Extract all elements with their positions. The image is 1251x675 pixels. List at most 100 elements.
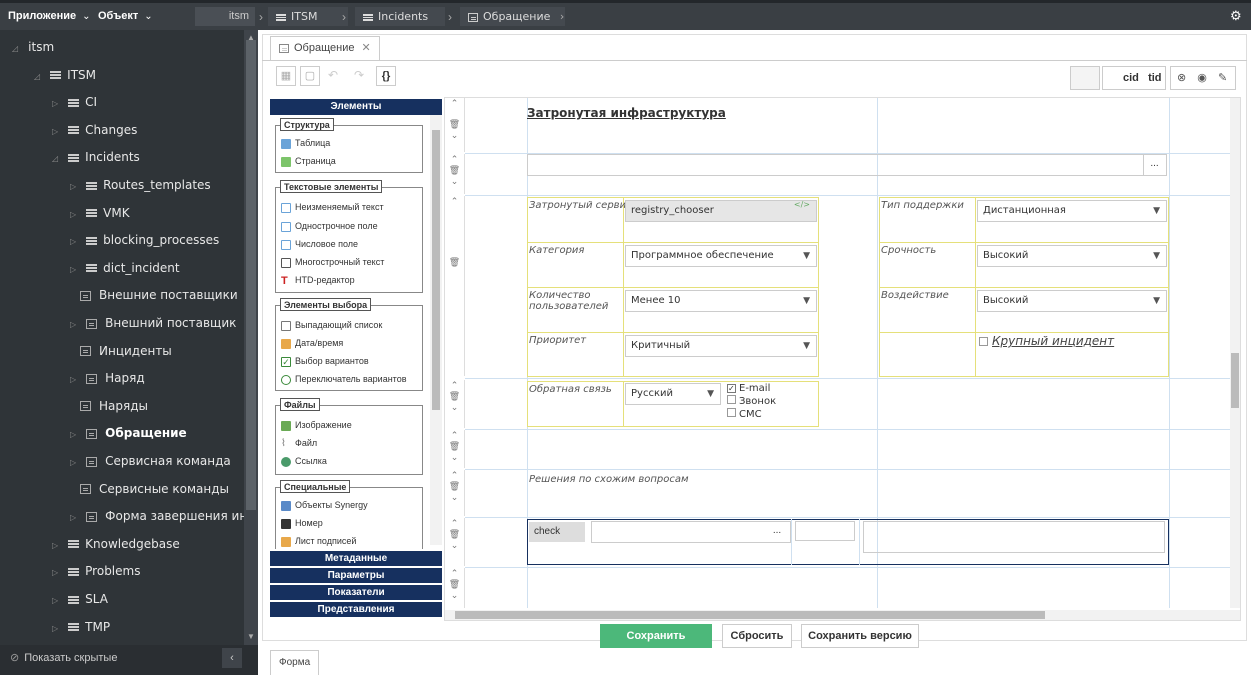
tree-item[interactable]: ▷ TMP	[0, 614, 110, 640]
option-email[interactable]: ✓ E-mail	[727, 383, 776, 395]
palette-item-checkbox[interactable]: ✓ Выбор вариантов	[281, 354, 369, 368]
collapsed-icon[interactable]: ▷	[70, 458, 76, 467]
collapsed-icon[interactable]: ▷	[52, 127, 58, 136]
palette-item-number[interactable]: Числовое поле	[281, 237, 358, 251]
palette-item-textarea[interactable]: Многострочный текст	[281, 255, 384, 269]
support-type-select[interactable]: Дистанционная ▼	[977, 200, 1167, 222]
collapsed-icon[interactable]: ▷	[70, 182, 76, 191]
collapse-sidebar-button[interactable]: ‹	[222, 648, 242, 668]
tree-item[interactable]: ▷ Knowledgebase	[0, 531, 180, 557]
palette-item-table[interactable]: Таблица	[281, 136, 330, 150]
expanded-icon[interactable]: ◿	[12, 44, 18, 53]
tree-item[interactable]: ▷ SLA	[0, 586, 108, 612]
palette-item-page[interactable]: Страница	[281, 154, 336, 168]
palette-section-indicators[interactable]: Показатели	[270, 585, 442, 600]
search-off-icon[interactable]: ⊗	[1177, 72, 1186, 84]
palette-item-datetime[interactable]: Дата/время	[281, 336, 343, 350]
breadcrumb-incidents[interactable]: Incidents	[355, 7, 445, 26]
collapsed-icon[interactable]: ▷	[70, 210, 76, 219]
breadcrumb-request[interactable]: Обращение ›	[460, 7, 565, 26]
collapsed-icon[interactable]: ▷	[70, 430, 76, 439]
tree-item[interactable]: ▷ blocking_processes	[0, 227, 219, 253]
edit-icon[interactable]: ✎	[1218, 72, 1227, 84]
users-count-select[interactable]: Менее 10 ▼	[625, 290, 817, 312]
check-field[interactable]	[591, 521, 791, 543]
tree-item[interactable]: ▷ CI	[0, 89, 97, 115]
palette-section-parameters[interactable]: Параметры	[270, 568, 442, 583]
row-controls[interactable]: ⌃ 🗑 ⌄	[445, 470, 465, 516]
tree-item[interactable]: ◿ Incidents	[0, 144, 140, 170]
layout-single-icon[interactable]: ▢	[300, 66, 320, 86]
object-menu[interactable]: Объект ⌄	[98, 3, 153, 30]
palette-item-file[interactable]: ⌇ Файл	[281, 436, 317, 450]
row-controls[interactable]: ⌃ 🗑 ⌄	[445, 518, 465, 566]
save-button[interactable]: Сохранить	[600, 624, 712, 648]
ellipsis-button[interactable]: ...	[1143, 155, 1165, 175]
save-version-button[interactable]: Сохранить версию	[801, 624, 919, 648]
palette-item-image[interactable]: Изображение	[281, 418, 352, 432]
tree-item[interactable]: ◿ ITSM	[0, 62, 96, 88]
palette-header-elements[interactable]: Элементы	[270, 99, 442, 115]
collapsed-icon[interactable]: ▷	[70, 513, 76, 522]
tree-item[interactable]: ▷ dict_incident	[0, 255, 180, 281]
scroll-down-icon[interactable]: ▼	[247, 632, 255, 641]
undo-icon[interactable]: ↶	[328, 68, 338, 82]
cid-tid-toggle[interactable]: cid tid	[1102, 66, 1166, 90]
impact-select[interactable]: Высокий ▼	[977, 290, 1167, 312]
close-icon[interactable]: ✕	[362, 42, 371, 54]
palette-item-dropdown[interactable]: Выпадающий список	[281, 318, 382, 332]
show-hidden-button[interactable]: ⊘ Показать скрытые	[10, 645, 117, 671]
palette-item-synergy-objects[interactable]: Объекты Synergy	[281, 498, 368, 512]
json-view-button[interactable]: {}	[376, 66, 396, 86]
infrastructure-field[interactable]	[527, 154, 1167, 176]
tree-item[interactable]: Сервисные команды	[0, 476, 229, 502]
priority-select[interactable]: Критичный ▼	[625, 335, 817, 357]
empty-input[interactable]	[1070, 66, 1100, 90]
tree-item[interactable]: ▷ Обращение	[0, 420, 187, 446]
palette-item-number-field[interactable]: Номер	[281, 516, 323, 530]
canvas-vertical-scrollbar-thumb[interactable]	[1231, 353, 1239, 408]
palette-section-metadata[interactable]: Метаданные	[270, 551, 442, 566]
category-select[interactable]: Программное обеспечение ▼	[625, 245, 817, 267]
affected-service-field[interactable]: registry_chooser </>	[625, 200, 817, 222]
scroll-up-icon[interactable]: ▲	[247, 33, 255, 42]
tree-item[interactable]: Внешние поставщики	[0, 282, 238, 308]
tree-item[interactable]: ▷ Problems	[0, 558, 140, 584]
breadcrumb-root[interactable]: itsm	[195, 7, 255, 26]
row-controls[interactable]: ⌃ 🗑 ⌄	[445, 430, 465, 468]
breadcrumb-itsm[interactable]: ITSM	[268, 7, 348, 26]
collapsed-icon[interactable]: ▷	[70, 375, 76, 384]
eye-icon[interactable]: ◉	[1197, 72, 1207, 84]
sidebar-scrollbar-thumb[interactable]	[246, 40, 256, 510]
urgency-select[interactable]: Высокий ▼	[977, 245, 1167, 267]
palette-scrollbar-thumb[interactable]	[432, 130, 440, 410]
palette-item-static-text[interactable]: Неизменяемый текст	[281, 200, 384, 214]
reset-button[interactable]: Сбросить	[722, 624, 792, 648]
expanded-icon[interactable]: ◿	[52, 154, 58, 163]
tree-item[interactable]: ▷ Внешний поставщик	[0, 310, 236, 336]
tree-item[interactable]: ▷ VMK	[0, 200, 130, 226]
row-controls[interactable]: ⌃ 🗑 ⌄	[445, 380, 465, 428]
tree-item[interactable]: Наряды	[0, 393, 148, 419]
feedback-language-select[interactable]: Русский ▼	[625, 383, 721, 405]
palette-section-views[interactable]: Представления	[270, 602, 442, 617]
row-controls[interactable]: ⌃ 🗑 ⌄	[445, 98, 465, 152]
tree-item[interactable]: ◿ itsm	[0, 34, 54, 60]
collapsed-icon[interactable]: ▷	[52, 541, 58, 550]
palette-item-link[interactable]: Ссылка	[281, 454, 327, 468]
expanded-icon[interactable]: ◿	[34, 72, 40, 81]
option-sms[interactable]: СМС	[727, 408, 776, 421]
check-text-area[interactable]	[863, 521, 1165, 553]
palette-item-textbox[interactable]: Однострочное поле	[281, 219, 378, 233]
collapsed-icon[interactable]: ▷	[52, 624, 58, 633]
collapsed-icon[interactable]: ▷	[52, 568, 58, 577]
check-small-field[interactable]	[795, 521, 855, 541]
gear-icon[interactable]: ⚙	[1230, 8, 1242, 24]
canvas-horizontal-scrollbar-thumb[interactable]	[455, 611, 1045, 619]
row-controls[interactable]: ⌃ 🗑 ⌄	[445, 154, 465, 194]
layout-grid-icon[interactable]: ▦	[276, 66, 296, 86]
collapsed-icon[interactable]: ▷	[52, 596, 58, 605]
collapsed-icon[interactable]: ▷	[70, 320, 76, 329]
tree-item[interactable]: ▷ Сервисная команда	[0, 448, 231, 474]
major-incident-checkbox[interactable]: Крупный инцидент	[979, 334, 1114, 348]
